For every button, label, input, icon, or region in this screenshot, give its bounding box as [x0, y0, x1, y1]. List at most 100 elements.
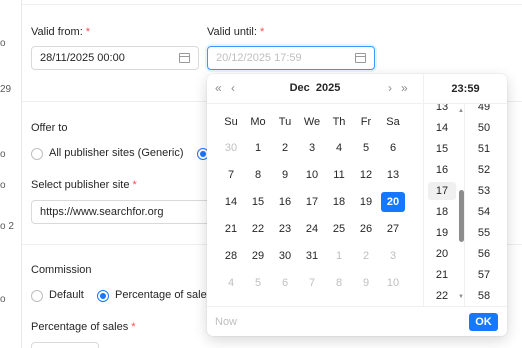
calendar-day[interactable]: 30: [273, 246, 297, 266]
publisher-site-select[interactable]: https://www.searchfor.org: [31, 200, 231, 224]
calendar-day[interactable]: 30: [219, 138, 243, 158]
left-edge-text: o: [0, 180, 6, 191]
calendar-day[interactable]: 25: [327, 219, 351, 239]
calendar-day[interactable]: 1: [327, 246, 351, 266]
radio-generic[interactable]: [31, 148, 43, 160]
minute-option[interactable]: 53: [470, 182, 498, 200]
minute-option[interactable]: 57: [470, 266, 498, 284]
scrollbar-thumb[interactable]: [459, 190, 464, 242]
minute-option[interactable]: 50: [470, 119, 498, 137]
calendar-day[interactable]: 1: [246, 138, 270, 158]
minute-option[interactable]: 49: [470, 104, 498, 116]
hour-option[interactable]: 22: [428, 287, 456, 305]
publisher-site-label: Select publisher site *: [31, 179, 137, 191]
valid-from-value: 28/11/2025 00:00: [40, 52, 125, 64]
publisher-site-value: https://www.searchfor.org: [40, 206, 164, 218]
now-link[interactable]: Now: [215, 316, 237, 328]
calendar-day[interactable]: 2: [273, 138, 297, 158]
calendar-day[interactable]: 18: [327, 192, 351, 212]
year-button[interactable]: 2025: [316, 82, 340, 94]
datetime-picker-popup: « ‹ Dec 2025 › » Su Mo Tu We Th Fr Sa 30 1 2 3 4 5 6 7…: [207, 74, 507, 336]
calendar-day[interactable]: 4: [219, 273, 243, 293]
calendar-icon[interactable]: [179, 53, 190, 63]
next-month-icon[interactable]: ›: [388, 81, 392, 95]
minute-option[interactable]: 52: [470, 161, 498, 179]
hour-option[interactable]: 20: [428, 245, 456, 263]
calendar-day[interactable]: 24: [300, 219, 324, 239]
calendar-day[interactable]: 8: [327, 273, 351, 293]
radio-percentage[interactable]: [97, 290, 109, 302]
percentage-label: Percentage of sales *: [31, 321, 136, 333]
weekday-header: We: [303, 116, 321, 128]
valid-from-input[interactable]: 28/11/2025 00:00: [31, 46, 199, 70]
minute-column[interactable]: 49 50 51 52 53 54 55 56 57 58: [466, 104, 507, 306]
hour-option[interactable]: 16: [428, 161, 456, 179]
hour-option[interactable]: 18: [428, 203, 456, 221]
calendar-day[interactable]: 7: [300, 273, 324, 293]
time-panel: 23:59 ▲ ▼ 13 14 15 16 17 18 19 20 21 22 49 50 51 52 5…: [424, 74, 507, 306]
hour-option[interactable]: 15: [428, 140, 456, 158]
weekday-header: Mo: [250, 116, 266, 128]
hour-option[interactable]: 21: [428, 266, 456, 284]
hour-column[interactable]: ▲ ▼ 13 14 15 16 17 18 19 20 21 22: [424, 104, 465, 306]
calendar-day[interactable]: 13: [381, 165, 405, 185]
percentage-label-text: Percentage of sales: [31, 321, 129, 333]
calendar-day[interactable]: 3: [300, 138, 324, 158]
calendar-icon[interactable]: [355, 53, 366, 63]
hour-option[interactable]: 14: [428, 119, 456, 137]
calendar-day[interactable]: 8: [246, 165, 270, 185]
calendar-day[interactable]: 3: [381, 246, 405, 266]
calendar-day[interactable]: 22: [246, 219, 270, 239]
calendar-day[interactable]: 11: [327, 165, 351, 185]
calendar-day[interactable]: 10: [300, 165, 324, 185]
calendar-day[interactable]: 23: [273, 219, 297, 239]
calendar-day[interactable]: 7: [219, 165, 243, 185]
scroll-up-icon[interactable]: ▲: [458, 108, 464, 114]
calendar-day[interactable]: 10: [381, 273, 405, 293]
left-partial-column: o 29 o o o 2 o: [0, 0, 22, 348]
calendar-day[interactable]: 9: [273, 165, 297, 185]
valid-until-label-text: Valid until:: [207, 26, 257, 38]
radio-generic-label: All publisher sites (Generic): [49, 147, 184, 159]
month-button[interactable]: Dec: [290, 82, 310, 94]
calendar-day[interactable]: 29: [246, 246, 270, 266]
ok-button[interactable]: OK: [469, 313, 498, 331]
calendar-day[interactable]: 20: [381, 192, 405, 212]
calendar-day[interactable]: 31: [300, 246, 324, 266]
calendar-day[interactable]: 19: [354, 192, 378, 212]
calendar-day[interactable]: 5: [354, 138, 378, 158]
minute-option[interactable]: 58: [470, 287, 498, 305]
minute-option[interactable]: 54: [470, 203, 498, 221]
calendar-day[interactable]: 6: [273, 273, 297, 293]
required-mark: *: [132, 179, 137, 191]
hour-option[interactable]: 19: [428, 224, 456, 242]
calendar-day[interactable]: 2: [354, 246, 378, 266]
calendar-day[interactable]: 16: [273, 192, 297, 212]
calendar-day[interactable]: 27: [381, 219, 405, 239]
calendar-day[interactable]: 12: [354, 165, 378, 185]
weekday-header: Su: [224, 116, 238, 128]
radio-default[interactable]: [31, 290, 43, 302]
minute-option[interactable]: 55: [470, 224, 498, 242]
calendar-day[interactable]: 4: [327, 138, 351, 158]
valid-until-input[interactable]: 20/12/2025 17:59: [207, 46, 375, 70]
time-header: 23:59: [424, 74, 507, 104]
minute-option[interactable]: 56: [470, 245, 498, 263]
calendar-day[interactable]: 14: [219, 192, 243, 212]
calendar-day[interactable]: 15: [246, 192, 270, 212]
calendar-day[interactable]: 28: [219, 246, 243, 266]
calendar-day[interactable]: 17: [300, 192, 324, 212]
calendar-day[interactable]: 5: [246, 273, 270, 293]
scroll-down-icon[interactable]: ▼: [458, 294, 464, 300]
hour-option[interactable]: 13: [428, 104, 456, 116]
super-next-icon[interactable]: »: [401, 81, 408, 95]
required-mark: *: [131, 321, 136, 333]
percentage-input[interactable]: [31, 342, 99, 348]
calendar-day[interactable]: 26: [354, 219, 378, 239]
minute-option[interactable]: 51: [470, 140, 498, 158]
calendar-day[interactable]: 21: [219, 219, 243, 239]
required-mark: *: [259, 26, 265, 38]
calendar-day[interactable]: 9: [354, 273, 378, 293]
calendar-day[interactable]: 6: [381, 138, 405, 158]
hour-option[interactable]: 17: [428, 182, 456, 200]
